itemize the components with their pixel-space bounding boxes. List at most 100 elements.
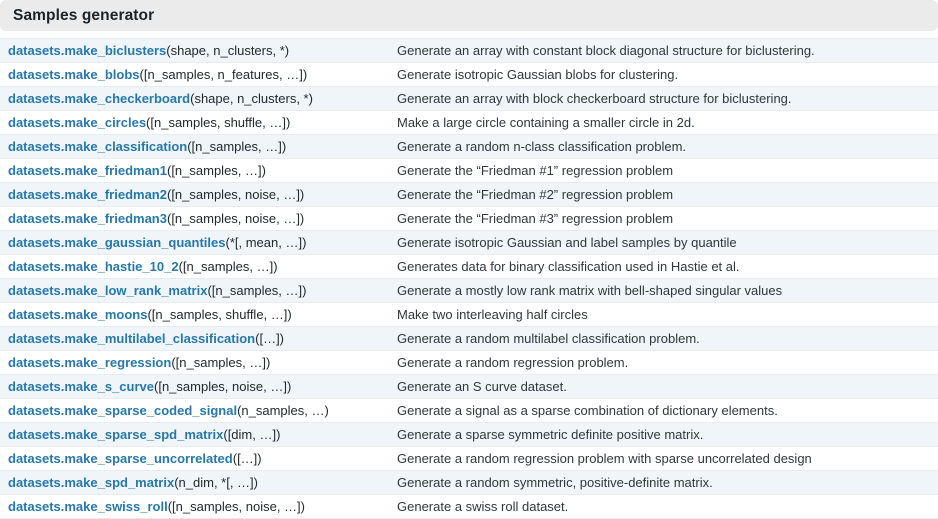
function-name-link[interactable]: datasets.make_spd_matrix (8, 475, 174, 490)
function-name-link[interactable]: datasets.make_s_curve (8, 379, 154, 394)
function-arguments: ([n_samples, …]) (166, 162, 266, 178)
table-row: datasets.make_classification([n_samples,… (0, 134, 938, 159)
function-description: Generate isotropic Gaussian and label sa… (397, 234, 737, 250)
table-row: datasets.make_sparse_coded_signal(n_samp… (0, 398, 938, 423)
function-signature-cell: datasets.make_spd_matrix(n_dim, *[, …]) (0, 471, 389, 495)
table-row: datasets.make_gaussian_quantiles(*[, mea… (0, 230, 938, 255)
function-name-link[interactable]: datasets.make_blobs (8, 67, 140, 82)
function-signature-cell: datasets.make_classification([n_samples,… (0, 135, 389, 159)
function-arguments: ([n_samples, …]) (187, 138, 287, 154)
function-description: Generates data for binary classification… (397, 258, 740, 274)
function-name-link[interactable]: datasets.make_low_rank_matrix (8, 283, 207, 298)
function-name-link[interactable]: datasets.make_classification (8, 139, 187, 154)
function-signature-cell: datasets.make_circles([n_samples, shuffl… (0, 111, 389, 135)
table-body: datasets.make_biclusters(shape, n_cluste… (0, 38, 938, 519)
table-row: datasets.make_spd_matrix(n_dim, *[, …]) G… (0, 470, 938, 495)
function-signature-cell: datasets.make_sparse_coded_signal(n_samp… (0, 399, 389, 423)
function-signature-cell: datasets.make_checkerboard(shape, n_clus… (0, 87, 389, 111)
function-arguments: ([n_samples, shuffle, …]) (147, 306, 292, 322)
function-arguments: (shape, n_clusters, *) (166, 42, 290, 58)
function-arguments: ([dim, …]) (223, 426, 281, 442)
function-arguments: ([n_samples, shuffle, …]) (146, 114, 291, 130)
samples-generator-table: datasets.make_biclusters(shape, n_cluste… (0, 38, 938, 519)
function-description: Generate a mostly low rank matrix with b… (397, 282, 783, 298)
function-signature-cell: datasets.make_sparse_spd_matrix([dim, …]… (0, 423, 389, 447)
function-signature-cell: datasets.make_moons([n_samples, shuffle,… (0, 303, 389, 327)
function-arguments: ([n_samples, …]) (178, 258, 278, 274)
function-name-link[interactable]: datasets.make_checkerboard (8, 91, 190, 106)
table-row: datasets.make_swiss_roll([n_samples, noi… (0, 494, 938, 519)
function-description: Generate a random regression problem. (397, 354, 629, 370)
table-row: datasets.make_moons([n_samples, shuffle,… (0, 302, 938, 327)
function-name-link[interactable]: datasets.make_regression (8, 355, 171, 370)
function-name-link[interactable]: datasets.make_multilabel_classification (8, 331, 255, 346)
function-description: Generate the “Friedman #3” regression pr… (397, 210, 674, 226)
table-row: datasets.make_low_rank_matrix([n_samples… (0, 278, 938, 303)
function-description: Generate a random regression problem wit… (397, 450, 812, 466)
function-description: Generate isotropic Gaussian blobs for cl… (397, 66, 679, 82)
function-arguments: (shape, n_clusters, *) (190, 90, 313, 106)
section-header: Samples generator (0, 0, 938, 31)
function-arguments: ([n_samples, noise, …]) (166, 186, 305, 202)
table-row: datasets.make_circles([n_samples, shuffl… (0, 110, 938, 135)
function-signature-cell: datasets.make_friedman1([n_samples, …]) (0, 159, 389, 183)
function-name-link[interactable]: datasets.make_friedman3 (8, 211, 167, 226)
function-name-link[interactable]: datasets.make_swiss_roll (8, 499, 168, 514)
function-arguments: ([…]) (232, 450, 262, 466)
function-name-link[interactable]: datasets.make_biclusters (8, 43, 166, 58)
function-arguments: (n_samples, …) (237, 402, 329, 418)
function-name-link[interactable]: datasets.make_hastie_10_2 (8, 259, 179, 274)
function-name-link[interactable]: datasets.make_friedman1 (8, 163, 167, 178)
function-description: Generate an array with block checkerboar… (397, 90, 792, 106)
table-row: datasets.make_sparse_spd_matrix([dim, …]… (0, 422, 938, 447)
table-row: datasets.make_regression([n_samples, …])… (0, 350, 938, 375)
function-description: Make two interleaving half circles (397, 306, 588, 322)
function-name-link[interactable]: datasets.make_gaussian_quantiles (8, 235, 226, 250)
table-row: datasets.make_hastie_10_2([n_samples, …]… (0, 254, 938, 279)
function-signature-cell: datasets.make_swiss_roll([n_samples, noi… (0, 495, 389, 519)
function-arguments: ([n_samples, noise, …]) (166, 210, 305, 226)
table-row: datasets.make_checkerboard(shape, n_clus… (0, 86, 938, 111)
function-description: Generate a sparse symmetric definite pos… (397, 426, 704, 442)
function-arguments: ([n_samples, noise, …]) (167, 498, 305, 514)
function-description: Generate a random n-class classification… (397, 138, 687, 154)
function-arguments: (*[, mean, …]) (225, 234, 307, 250)
function-signature-cell: datasets.make_regression([n_samples, …]) (0, 351, 389, 375)
function-signature-cell: datasets.make_sparse_uncorrelated([…]) (0, 447, 389, 471)
function-description: Generate a random symmetric, positive-de… (397, 474, 713, 490)
function-arguments: ([…]) (255, 330, 285, 346)
table-row: datasets.make_friedman3([n_samples, nois… (0, 206, 938, 231)
table-row: datasets.make_s_curve([n_samples, noise,… (0, 374, 938, 399)
table-row: datasets.make_multilabel_classification(… (0, 326, 938, 351)
function-description: Generate an array with constant block di… (397, 42, 815, 58)
function-description: Generate a signal as a sparse combinatio… (397, 402, 778, 418)
table-row: datasets.make_blobs([n_samples, n_featur… (0, 62, 938, 87)
function-signature-cell: datasets.make_gaussian_quantiles(*[, mea… (0, 231, 389, 255)
function-description: Generate the “Friedman #2” regression pr… (397, 186, 674, 202)
function-arguments: (n_dim, *[, …]) (174, 474, 258, 490)
function-name-link[interactable]: datasets.make_sparse_coded_signal (8, 403, 237, 418)
table-row: datasets.make_biclusters(shape, n_cluste… (0, 38, 938, 63)
function-signature-cell: datasets.make_hastie_10_2([n_samples, …]… (0, 255, 389, 279)
function-description: Generate the “Friedman #1” regression pr… (397, 162, 674, 178)
table-row: datasets.make_sparse_uncorrelated([…]) Ge… (0, 446, 938, 471)
function-name-link[interactable]: datasets.make_sparse_spd_matrix (8, 427, 223, 442)
function-name-link[interactable]: datasets.make_moons (8, 307, 147, 322)
page-title: Samples generator (13, 6, 155, 24)
function-signature-cell: datasets.make_friedman2([n_samples, nois… (0, 183, 389, 207)
function-signature-cell: datasets.make_s_curve([n_samples, noise,… (0, 375, 389, 399)
function-arguments: ([n_samples, n_features, …]) (139, 66, 308, 82)
table-row: datasets.make_friedman2([n_samples, nois… (0, 182, 938, 207)
function-name-link[interactable]: datasets.make_circles (8, 115, 146, 130)
function-arguments: ([n_samples, …]) (171, 354, 271, 370)
function-signature-cell: datasets.make_multilabel_classification(… (0, 327, 389, 351)
function-description: Generate a swiss roll dataset. (397, 498, 569, 514)
function-description: Generate a random multilabel classificat… (397, 330, 700, 346)
function-name-link[interactable]: datasets.make_sparse_uncorrelated (8, 451, 233, 466)
function-signature-cell: datasets.make_low_rank_matrix([n_samples… (0, 279, 389, 303)
function-description: Make a large circle containing a smaller… (397, 114, 695, 130)
page-root: Samples generator datasets.make_bicluste… (0, 0, 938, 519)
function-name-link[interactable]: datasets.make_friedman2 (8, 187, 167, 202)
function-signature-cell: datasets.make_biclusters(shape, n_cluste… (0, 39, 389, 63)
function-signature-cell: datasets.make_blobs([n_samples, n_featur… (0, 63, 389, 87)
